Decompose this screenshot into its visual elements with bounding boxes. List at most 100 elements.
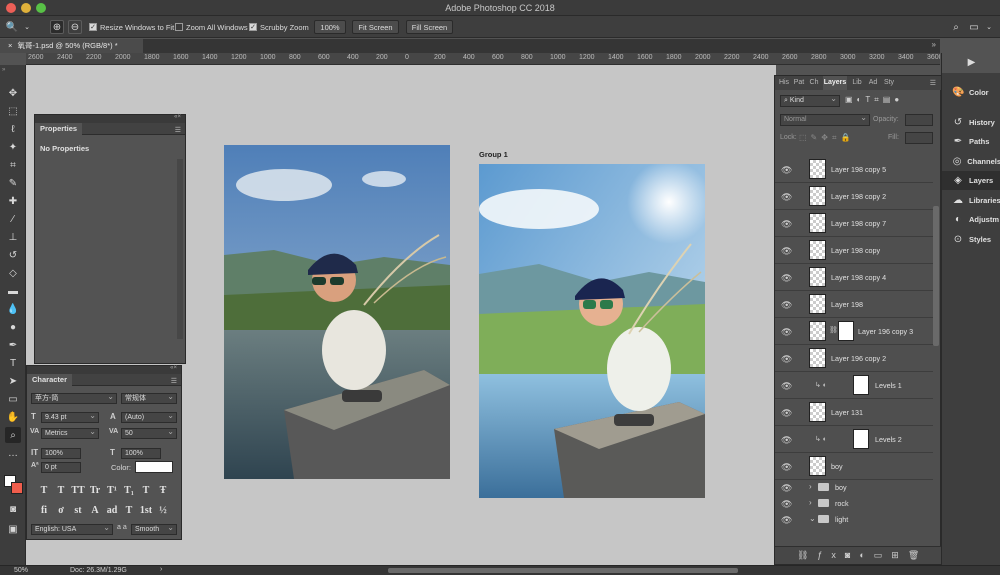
leading-field[interactable]: (Auto) — [121, 412, 177, 423]
visibility-eye-icon[interactable]: 👁 — [781, 435, 792, 446]
layer-mask-thumbnail[interactable] — [838, 321, 854, 341]
dock-item-adjustm[interactable]: ◐ Adjustm — [942, 210, 1000, 229]
visibility-eye-icon[interactable]: 👁 — [781, 515, 792, 526]
type-option-button[interactable]: st — [71, 503, 85, 517]
type-option-button[interactable]: T¹ — [105, 483, 119, 497]
layer-thumbnail[interactable] — [809, 240, 826, 260]
tab-character[interactable]: Character — [27, 374, 73, 386]
anti-alias-select[interactable]: Smooth — [131, 524, 177, 535]
panel-menu-icon[interactable]: ☰ — [171, 377, 177, 385]
horizontal-scrollbar[interactable] — [388, 568, 738, 573]
layer-row[interactable]: 👁 Layer 198 copy 4 — [775, 264, 933, 291]
horizontal-scale-field[interactable]: 100% — [121, 448, 161, 459]
eraser-tool-icon[interactable]: ◇ — [5, 265, 21, 281]
tab-properties[interactable]: Properties — [35, 123, 83, 135]
marquee-tool-icon[interactable]: ⬚ — [5, 103, 21, 119]
chevron-down-icon[interactable]: ⌄ — [20, 20, 34, 34]
kerning-field[interactable]: Metrics — [41, 428, 99, 439]
status-zoom[interactable]: 50% — [14, 567, 28, 574]
zoom-100-button[interactable]: 100% — [314, 20, 346, 34]
resize-windows-checkbox[interactable]: ✓ Resize Windows to Fit — [89, 20, 174, 34]
opacity-field[interactable] — [905, 114, 933, 126]
layer-group-row[interactable]: 👁 › boy — [775, 480, 933, 495]
background-color-swatch[interactable] — [11, 482, 23, 494]
document-tab[interactable]: × 氧哥-1.psd @ 50% (RGB/8*) * — [0, 39, 143, 53]
visibility-eye-icon[interactable]: 👁 — [781, 483, 792, 494]
layer-row[interactable]: 👁 Layer 198 copy 2 — [775, 183, 933, 210]
layer-thumbnail[interactable] — [809, 267, 826, 287]
collapse-icon[interactable]: «× — [174, 114, 181, 120]
lock-icons[interactable]: ⬚✎✥⌗🔒 — [799, 133, 854, 143]
visibility-eye-icon[interactable]: 👁 — [781, 408, 792, 419]
panel-collapse-icon[interactable]: » — [932, 40, 936, 49]
dock-item-styles[interactable]: ⊙ Styles — [942, 230, 1000, 249]
type-option-button[interactable]: Tr — [88, 483, 102, 497]
type-option-button[interactable]: ½ — [156, 503, 170, 517]
layer-thumbnail[interactable] — [809, 402, 826, 422]
visibility-eye-icon[interactable]: 👁 — [781, 273, 792, 284]
layer-thumbnail[interactable] — [809, 159, 826, 179]
quick-mask-icon[interactable]: ◙ — [5, 501, 21, 517]
workspace-icon[interactable]: ▭ — [967, 20, 981, 34]
crop-tool-icon[interactable]: ⌗ — [5, 157, 21, 173]
fill-screen-button[interactable]: Fill Screen — [406, 20, 453, 34]
tab-pat[interactable]: Pat — [793, 76, 805, 90]
visibility-eye-icon[interactable]: 👁 — [781, 354, 792, 365]
layer-group-row[interactable]: 👁 ⌄ light — [775, 512, 933, 527]
layer-row[interactable]: 👁 Layer 131 — [775, 399, 933, 426]
zoom-all-windows-checkbox[interactable]: Zoom All Windows — [175, 20, 248, 34]
tab-sty[interactable]: Sty — [882, 76, 896, 90]
panel-grip[interactable]: «× — [27, 365, 181, 374]
type-option-button[interactable]: fi — [37, 503, 51, 517]
tab-lib[interactable]: Lib — [850, 76, 864, 90]
collapse-icon[interactable]: » — [2, 67, 5, 73]
type-option-button[interactable]: A — [88, 503, 102, 517]
fit-screen-button[interactable]: Fit Screen — [352, 20, 399, 34]
font-family-select[interactable]: 苹方-简 — [31, 393, 117, 404]
panel-menu-icon[interactable]: ☰ — [175, 126, 181, 134]
collapse-icon[interactable]: «× — [170, 365, 177, 371]
layer-thumbnail[interactable] — [809, 348, 826, 368]
layer-row[interactable]: 👁 ↳ ◐ Levels 1 — [775, 372, 933, 399]
visibility-eye-icon[interactable]: 👁 — [781, 381, 792, 392]
panel-menu-icon[interactable]: ☰ — [930, 79, 936, 87]
fill-field[interactable] — [905, 132, 933, 144]
gradient-tool-icon[interactable]: ▬ — [5, 283, 21, 299]
layer-thumbnail[interactable] — [809, 213, 826, 233]
font-size-field[interactable]: 9.43 pt — [41, 412, 99, 423]
layer-row[interactable]: 👁 Layer 198 copy 7 — [775, 210, 933, 237]
path-selection-icon[interactable]: ➤ — [5, 373, 21, 389]
visibility-eye-icon[interactable]: 👁 — [781, 246, 792, 257]
language-select[interactable]: English: USA — [31, 524, 113, 535]
type-option-button[interactable]: T — [139, 483, 153, 497]
chevron-down-icon[interactable]: ⌄ — [809, 514, 816, 523]
move-tool-icon[interactable]: ✥ — [5, 85, 21, 101]
layer-row[interactable]: 👁 boy — [775, 453, 933, 480]
layer-row[interactable]: 👁 ↳ ◐ Levels 2 — [775, 426, 933, 453]
visibility-eye-icon[interactable]: 👁 — [781, 165, 792, 176]
dock-item-paths[interactable]: ✒ Paths — [942, 132, 1000, 151]
dock-item-libraries[interactable]: ☁ Libraries — [942, 191, 1000, 210]
tab-his[interactable]: His — [778, 76, 790, 90]
font-style-select[interactable]: 常规体 — [121, 393, 177, 404]
layer-row[interactable]: 👁 Layer 196 copy 2 — [775, 345, 933, 372]
dodge-tool-icon[interactable]: ● — [5, 319, 21, 335]
layer-row[interactable]: 👁 Layer 198 — [775, 291, 933, 318]
lasso-tool-icon[interactable]: ℓ — [5, 121, 21, 137]
type-option-button[interactable]: Ŧ — [156, 483, 170, 497]
visibility-eye-icon[interactable]: 👁 — [781, 192, 792, 203]
panel-grip[interactable]: «× — [35, 114, 185, 123]
horizontal-ruler[interactable]: 2600 2400 2200 2000 1800 1600 1400 1200 1000 800 6… — [26, 53, 940, 65]
text-color-swatch[interactable] — [135, 461, 173, 473]
zoom-out-icon[interactable]: ⊖ — [68, 20, 82, 34]
type-option-button[interactable]: T — [37, 483, 51, 497]
baseline-shift-field[interactable]: 0 pt — [41, 462, 81, 473]
eyedropper-icon[interactable]: ✎ — [5, 175, 21, 191]
status-menu-icon[interactable]: › — [160, 566, 162, 573]
layer-row[interactable]: 👁 Layer 198 copy 5 — [775, 156, 933, 183]
properties-scrollbar[interactable] — [177, 159, 183, 339]
type-option-button[interactable]: T — [54, 483, 68, 497]
zoom-tool-icon[interactable]: ⌕ — [5, 427, 21, 443]
visibility-eye-icon[interactable]: 👁 — [781, 327, 792, 338]
tab-layers[interactable]: Layers — [823, 76, 847, 90]
